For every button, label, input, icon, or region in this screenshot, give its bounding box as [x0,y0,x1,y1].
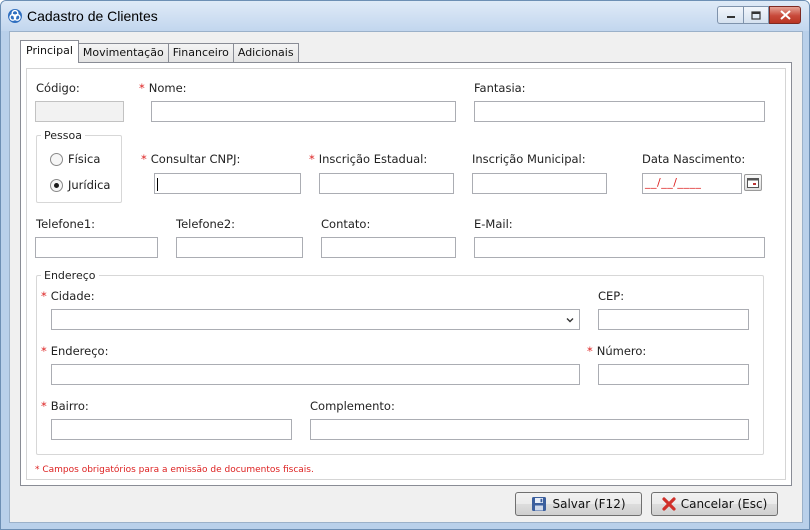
date-mask: __/__/____ [645,176,702,189]
telefone2-field[interactable] [176,237,303,258]
save-button-label: Salvar (F12) [552,497,626,511]
cancel-button-label: Cancelar (Esc) [680,497,768,511]
cidade-select[interactable] [51,309,580,330]
numero-label-text: Número: [596,344,647,358]
codigo-field [35,101,124,122]
email-label: E-Mail: [474,217,513,231]
fantasia-field[interactable] [474,101,765,122]
close-icon [779,10,791,20]
endereco-group-title: Endereço [41,269,99,282]
form-area: Código: * Nome: Fantasia: Pessoa Física J… [26,68,786,480]
required-mark: * [139,81,145,95]
contato-label: Contato: [321,217,371,231]
email-field[interactable] [474,237,765,258]
telefone1-field[interactable] [35,237,158,258]
radio-fisica-button[interactable] [50,152,63,166]
codigo-label: Código: [36,81,80,95]
chevron-down-icon [566,318,574,323]
required-mark: * [587,344,593,358]
complemento-field[interactable] [310,419,749,440]
fantasia-label: Fantasia: [474,81,526,95]
maximize-icon [751,10,761,20]
data-nascimento-field[interactable]: __/__/____ [642,173,742,194]
radio-fisica-label: Física [68,152,101,166]
tab-panel-principal: Código: * Nome: Fantasia: Pessoa Física J… [20,62,792,486]
radio-fisica[interactable]: Física [50,152,100,166]
minimize-button[interactable] [717,6,743,24]
nome-field[interactable] [151,101,456,122]
endereco-label-text: Endereço: [50,344,109,358]
tab-principal[interactable]: Principal [20,40,79,63]
tab-financeiro[interactable]: Financeiro [167,43,234,63]
numero-field[interactable] [598,364,749,385]
nome-label: * Nome: [139,81,187,95]
calendar-button[interactable] [744,174,762,191]
close-button[interactable] [769,6,801,24]
window-controls [717,6,801,24]
cancel-x-icon [662,497,676,511]
title-bar: Cadastro de Clientes [1,1,809,31]
endereco-label: * Endereço: [41,344,108,358]
contato-field[interactable] [321,237,456,258]
bairro-label: * Bairro: [41,399,89,413]
required-mark: * [41,289,47,303]
nome-label-text: Nome: [148,81,187,95]
maximize-button[interactable] [743,6,769,24]
endereco-field[interactable] [51,364,580,385]
calendar-icon [747,177,759,188]
window-title: Cadastro de Clientes [27,8,158,24]
radio-juridica-label: Jurídica [68,178,111,192]
inscricao-municipal-label: Inscrição Municipal: [472,152,586,166]
cnpj-field[interactable] [154,173,301,194]
cidade-label-text: Cidade: [50,289,95,303]
tab-movimentacao[interactable]: Movimentação [77,43,169,63]
complemento-label: Complemento: [310,399,395,413]
bairro-label-text: Bairro: [50,399,89,413]
cep-field[interactable] [598,309,749,330]
floppy-disk-icon [531,496,547,512]
pessoa-group-title: Pessoa [41,129,85,142]
cidade-label: * Cidade: [41,289,95,303]
numero-label: * Número: [587,344,646,358]
text-caret [157,178,158,191]
save-button[interactable]: Salvar (F12) [515,492,642,516]
radio-juridica[interactable]: Jurídica [50,178,110,192]
app-icon [7,8,23,24]
endereco-group: Endereço * Cidade: CEP: * Endereço: * Númer… [36,269,764,455]
telefone1-label: Telefone1: [36,217,96,231]
required-mark: * [41,399,47,413]
radio-juridica-button[interactable] [50,178,63,192]
inscricao-estadual-label-text: Inscrição Estadual: [318,152,428,166]
tab-strip: Principal Movimentação Financeiro Adicio… [20,40,299,63]
cnpj-label-text: Consultar CNPJ: [150,152,241,166]
cnpj-label: * Consultar CNPJ: [141,152,240,166]
dialog-body: Principal Movimentação Financeiro Adicio… [9,31,803,523]
main-window: Cadastro de Clientes Principal Movimenta… [0,0,810,530]
pessoa-group: Pessoa Física Jurídica [36,129,122,203]
required-mark: * [141,152,147,166]
inscricao-estadual-field[interactable] [319,173,454,194]
inscricao-estadual-label: * Inscrição Estadual: [309,152,427,166]
required-mark: * [41,344,47,358]
inscricao-municipal-field[interactable] [472,173,607,194]
tab-adicionais[interactable]: Adicionais [232,43,299,63]
cep-label: CEP: [598,289,625,303]
required-mark: * [309,152,315,166]
cancel-button[interactable]: Cancelar (Esc) [651,492,778,516]
minimize-icon [726,16,735,18]
bairro-field[interactable] [51,419,292,440]
required-footnote: * Campos obrigatórios para a emissão de … [35,465,314,475]
telefone2-label: Telefone2: [176,217,236,231]
data-nascimento-label: Data Nascimento: [642,152,746,166]
